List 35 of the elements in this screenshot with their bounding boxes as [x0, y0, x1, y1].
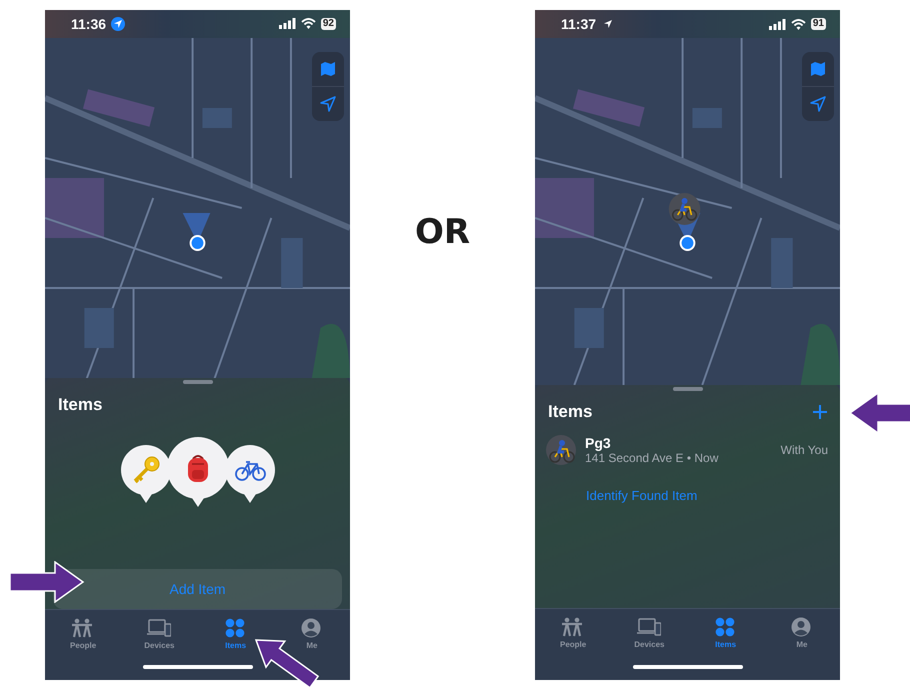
tab-bar-item[interactable]: Items [704, 609, 748, 650]
add-item-button[interactable]: Add Item [53, 569, 342, 610]
wifi-icon [790, 18, 806, 30]
sheet-title: Items [548, 402, 592, 422]
add-icon[interactable] [812, 404, 828, 420]
cyclist-avatar-icon [546, 435, 576, 465]
key-marker-icon [120, 444, 172, 504]
devices-icon [147, 618, 172, 638]
status-time: 11:36 [71, 16, 106, 32]
battery-indicator: 91 [810, 18, 826, 30]
tab-bar-item[interactable]: People [551, 609, 596, 650]
devices-icon [637, 617, 662, 637]
signal-icon [768, 18, 786, 30]
tab-bar-item[interactable]: People [61, 610, 106, 652]
tab-bar-item[interactable]: Items [214, 610, 258, 652]
sheet-title: Items [58, 395, 102, 416]
identify-found-item-link[interactable]: Identify Found Item [586, 488, 698, 503]
tab-bar-item[interactable]: Devices [137, 610, 182, 652]
or-label: OR [414, 212, 470, 252]
battery-indicator: 92 [320, 18, 336, 30]
tab-bar-item[interactable]: Me [290, 610, 334, 652]
sheet-handle[interactable] [182, 380, 212, 384]
item-status: With You [780, 443, 828, 457]
sheet-handle[interactable] [672, 387, 702, 391]
arrow [254, 638, 320, 690]
signal-icon [278, 18, 296, 30]
backpack-marker-icon [166, 436, 230, 508]
tab-bar-item[interactable]: Me [780, 609, 824, 650]
item-detail: 141 Second Ave E • Now [585, 451, 720, 465]
item-row[interactable]: Pg3 141 Second Ave E • Now With You [535, 425, 840, 465]
arrow [848, 392, 910, 434]
status-time: 11:37 [561, 16, 596, 32]
tab-bar-item[interactable]: Devices [627, 609, 672, 650]
item-name: Pg3 [585, 435, 612, 451]
wifi-icon [300, 18, 316, 30]
